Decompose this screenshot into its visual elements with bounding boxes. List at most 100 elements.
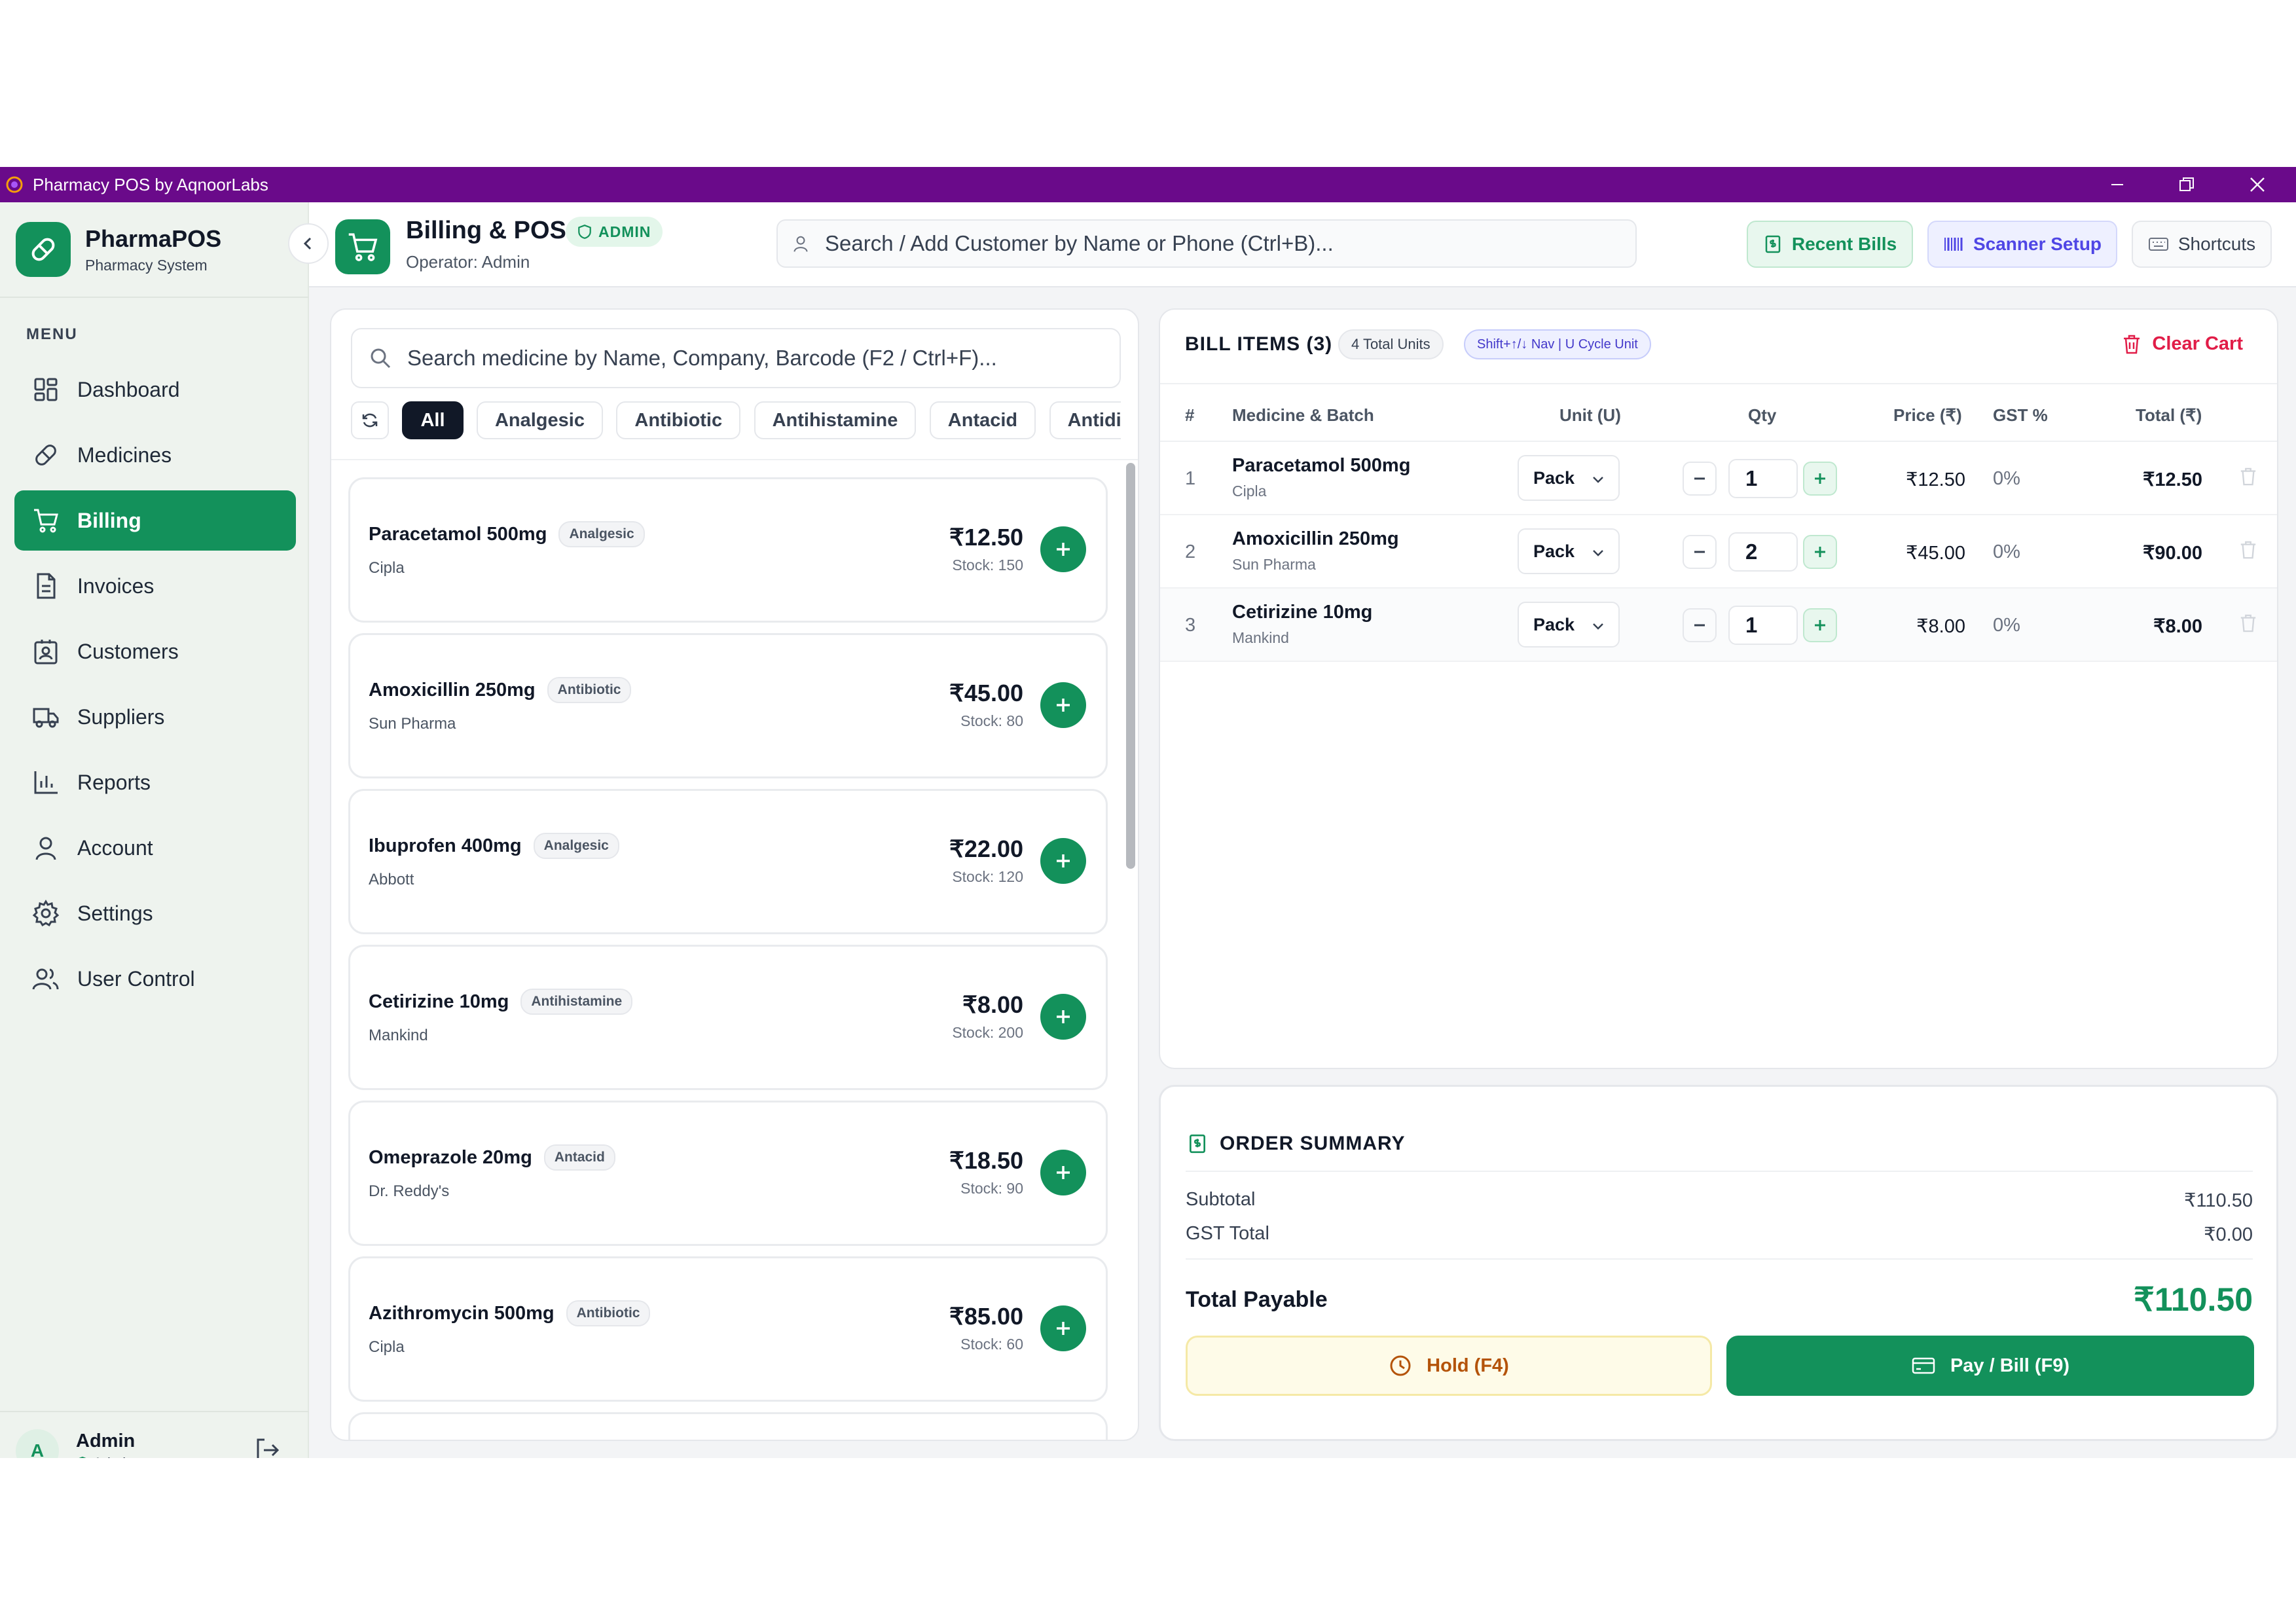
category-chip-all[interactable]: All <box>402 401 464 439</box>
category-chip-antidiab[interactable]: Antidiab <box>1049 401 1121 439</box>
sidebar-item-medicines[interactable]: Medicines <box>14 425 296 485</box>
total-payable-label: Total Payable <box>1186 1286 1328 1312</box>
pay-bill-button[interactable]: Pay / Bill (F9) <box>1726 1336 2254 1396</box>
sidebar-item-account[interactable]: Account <box>14 818 296 878</box>
category-chip-analgesic[interactable]: Analgesic <box>476 401 603 439</box>
medicine-card[interactable]: Azithromycin 500mg Antibiotic Cipla ₹85.0… <box>348 1256 1108 1402</box>
unit-select[interactable]: Pack <box>1518 602 1620 647</box>
increase-qty-button[interactable] <box>1803 535 1837 569</box>
medicine-name: Ibuprofen 400mg <box>369 835 522 856</box>
admin-badge-label: ADMIN <box>598 223 651 240</box>
sidebar-item-suppliers[interactable]: Suppliers <box>14 687 296 747</box>
minimize-button[interactable] <box>2085 167 2150 202</box>
sidebar-item-label: Settings <box>77 901 153 925</box>
sidebar-item-dashboard[interactable]: Dashboard <box>14 359 296 420</box>
increase-qty-button[interactable] <box>1803 608 1837 642</box>
unit-select[interactable]: Pack <box>1518 455 1620 501</box>
sidebar-item-customers[interactable]: Customers <box>14 621 296 682</box>
shortcuts-button[interactable]: Shortcuts <box>2132 221 2272 268</box>
recent-bills-button[interactable]: Recent Bills <box>1747 221 1913 268</box>
medicine-search-input[interactable] <box>406 345 1113 371</box>
row-total: ₹12.50 <box>2142 469 2202 490</box>
refresh-button[interactable] <box>351 401 389 439</box>
add-to-cart-button[interactable] <box>1040 1305 1086 1351</box>
quantity-input[interactable] <box>1728 606 1798 645</box>
medicine-card[interactable]: Omeprazole 20mg Antacid Dr. Reddy's ₹18.5… <box>348 1101 1108 1246</box>
subtotal-row: Subtotal ₹110.50 <box>1186 1189 2253 1212</box>
brand-subtitle: Pharmacy System <box>85 256 208 274</box>
bill-items-panel: BILL ITEMS (3) 4 Total Units Shift+↑/↓ N… <box>1159 308 2278 1069</box>
app-window: Pharmacy POS by AqnoorLabs PharmaPOS Pha… <box>0 167 2296 1458</box>
sidebar-item-reports[interactable]: Reports <box>14 752 296 812</box>
medicine-price: ₹8.00 <box>962 991 1023 1018</box>
trash-icon <box>2240 467 2256 486</box>
summary-divider <box>1186 1171 2253 1172</box>
user-role: Admin <box>76 1455 135 1458</box>
shield-icon <box>578 225 591 239</box>
sidebar-item-settings[interactable]: Settings <box>14 883 296 943</box>
chevron-down-icon <box>1593 623 1603 630</box>
shortcuts-label: Shortcuts <box>2178 234 2256 254</box>
add-to-cart-button[interactable] <box>1040 526 1086 572</box>
table-row[interactable]: 1 Paracetamol 500mg Cipla Pack ₹12.50 0%… <box>1160 442 2277 515</box>
quantity-input[interactable] <box>1728 532 1798 572</box>
scanner-setup-button[interactable]: Scanner Setup <box>1927 221 2117 268</box>
category-chip-antibiotic[interactable]: Antibiotic <box>616 401 741 439</box>
catalog-scrollbar[interactable] <box>1126 463 1135 869</box>
order-summary-title: ORDER SUMMARY <box>1187 1133 1406 1155</box>
cart-icon <box>335 219 390 274</box>
collapse-sidebar-button[interactable] <box>288 223 329 264</box>
increase-qty-button[interactable] <box>1803 462 1837 496</box>
table-row[interactable]: 2 Amoxicillin 250mg Sun Pharma Pack ₹45.… <box>1160 515 2277 589</box>
hold-button[interactable]: Hold (F4) <box>1186 1336 1712 1396</box>
sidebar-item-billing[interactable]: Billing <box>14 490 296 551</box>
clear-cart-button[interactable]: Clear Cart <box>2122 333 2243 355</box>
medicine-card[interactable]: Ibuprofen 400mg Analgesic Abbott ₹22.00 S… <box>348 789 1108 934</box>
gst-label: GST Total <box>1186 1223 1269 1244</box>
table-row[interactable]: 3 Cetirizine 10mg Mankind Pack ₹8.00 0% … <box>1160 589 2277 662</box>
decrease-qty-button[interactable] <box>1683 462 1717 496</box>
restore-button[interactable] <box>2154 167 2219 202</box>
plus-icon <box>1815 620 1825 630</box>
row-gst: 0% <box>1993 468 2020 489</box>
close-window-button[interactable] <box>2225 167 2290 202</box>
order-summary-label: ORDER SUMMARY <box>1220 1133 1406 1154</box>
remove-item-button[interactable] <box>2239 467 2257 490</box>
add-to-cart-button[interactable] <box>1040 838 1086 884</box>
chevron-down-icon <box>1593 477 1603 483</box>
shield-icon <box>78 1456 87 1458</box>
medicine-name: Amoxicillin 250mg <box>369 679 536 701</box>
customer-search[interactable] <box>776 219 1637 268</box>
sidebar-item-invoices[interactable]: Invoices <box>14 556 296 616</box>
restore-icon <box>2179 177 2194 191</box>
medicine-card[interactable]: Cetirizine 10mg Antihistamine Mankind ₹8.… <box>348 945 1108 1090</box>
decrease-qty-button[interactable] <box>1683 608 1717 642</box>
quantity-input[interactable] <box>1728 459 1798 498</box>
sidebar-item-user-control[interactable]: User Control <box>14 949 296 1009</box>
search-icon <box>371 348 391 369</box>
medicine-price: ₹12.50 <box>949 524 1023 551</box>
pill-icon <box>35 445 56 465</box>
bill-items-title: BILL ITEMS (3) <box>1185 333 1333 355</box>
menu-label: MENU <box>26 325 78 343</box>
total-units-badge: 4 Total Units <box>1338 329 1444 359</box>
logout-button[interactable] <box>253 1436 282 1458</box>
add-to-cart-button[interactable] <box>1040 994 1086 1040</box>
add-to-cart-button[interactable] <box>1040 682 1086 728</box>
category-chip-antacid[interactable]: Antacid <box>929 401 1036 439</box>
medicine-search[interactable] <box>351 328 1121 388</box>
remove-item-button[interactable] <box>2239 540 2257 563</box>
category-chip-antihistamine[interactable]: Antihistamine <box>754 401 917 439</box>
customer-search-input[interactable] <box>824 230 1622 257</box>
minus-icon <box>1694 477 1705 480</box>
medicine-card-partial[interactable] <box>348 1412 1108 1440</box>
sidebar: PharmaPOS Pharmacy System MENU Dashboard… <box>0 202 309 1458</box>
medicine-card[interactable]: Amoxicillin 250mg Antibiotic Sun Pharma ₹… <box>348 633 1108 778</box>
add-to-cart-button[interactable] <box>1040 1150 1086 1195</box>
users-icon <box>32 968 59 990</box>
decrease-qty-button[interactable] <box>1683 535 1717 569</box>
medicine-stock: Stock: 80 <box>960 712 1023 729</box>
unit-select[interactable]: Pack <box>1518 528 1620 574</box>
medicine-card[interactable]: Paracetamol 500mg Analgesic Cipla ₹12.50 … <box>348 477 1108 623</box>
remove-item-button[interactable] <box>2239 613 2257 636</box>
